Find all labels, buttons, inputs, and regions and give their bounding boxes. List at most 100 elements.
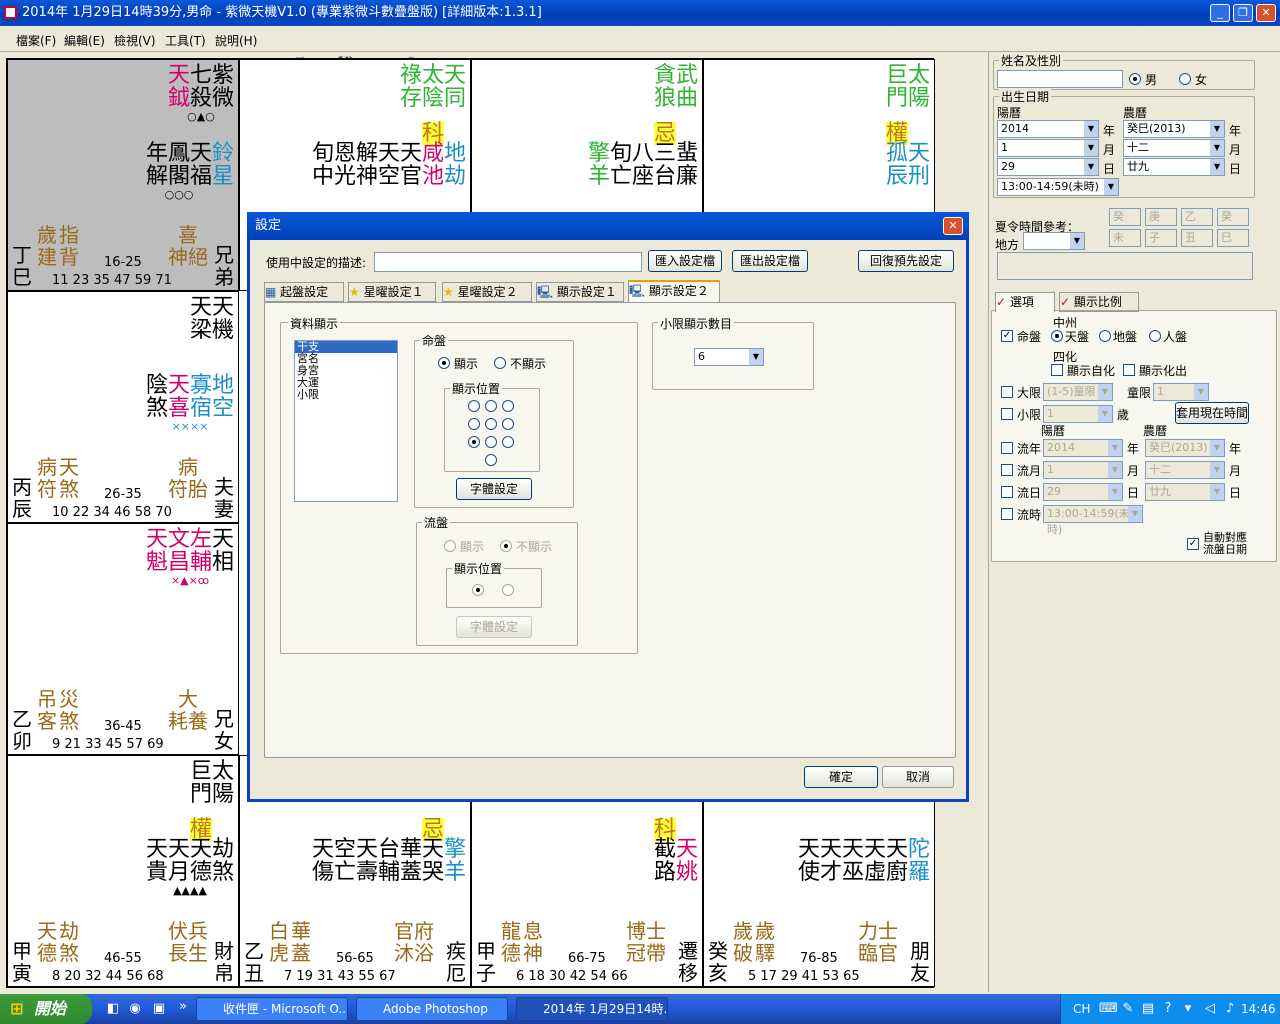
pos-radio[interactable] bbox=[502, 400, 514, 412]
pos-radio[interactable] bbox=[485, 418, 497, 430]
liushi-checkbox[interactable] bbox=[1001, 508, 1013, 520]
place-select[interactable]: ▼ bbox=[1023, 232, 1085, 250]
mingpan-checkbox[interactable]: ✓ bbox=[1001, 330, 1013, 342]
liu-noshow-radio bbox=[500, 540, 512, 552]
tab-scale[interactable]: ✓ 顯示比例 bbox=[1059, 292, 1139, 312]
pillar-3: 乙 bbox=[1181, 208, 1213, 226]
export-button[interactable]: 匯出設定檔 bbox=[732, 250, 808, 272]
ime-icon[interactable]: ▤ bbox=[1139, 1000, 1157, 1018]
pos-radio[interactable] bbox=[468, 436, 480, 448]
palace-cell-mao[interactable]: 天相 左輔 文昌 天魁 ×▲×ꝏ 乙卯 吊客 災煞 大耗養 36-45 9 21… bbox=[7, 523, 239, 755]
menu-tools[interactable]: 工具(T) bbox=[165, 32, 206, 49]
maximize-button[interactable]: ❐ bbox=[1233, 4, 1253, 22]
lang-indicator[interactable]: CH bbox=[1073, 1002, 1090, 1016]
browser-icon[interactable]: ◉ bbox=[126, 1000, 144, 1018]
tianpan-radio[interactable] bbox=[1051, 330, 1063, 342]
lunar-year-select[interactable]: 癸巳(2013) ▼ bbox=[1123, 120, 1225, 138]
tab-display2[interactable]: 🖳 顯示設定２ bbox=[628, 280, 720, 302]
xiaoxian-checkbox[interactable] bbox=[1001, 408, 1013, 420]
ming-noshow-radio[interactable] bbox=[494, 357, 506, 369]
network-icon[interactable]: ◁ bbox=[1201, 1000, 1219, 1018]
task-ziwei[interactable]: 2014年 1月29日14時... bbox=[516, 997, 668, 1021]
more-chevron-icon[interactable]: » bbox=[174, 998, 192, 1016]
renpan-radio[interactable] bbox=[1149, 330, 1161, 342]
male-radio[interactable] bbox=[1129, 73, 1141, 85]
app-icon-small[interactable]: ▣ bbox=[150, 1000, 168, 1018]
xiaoxian-count-select[interactable]: 6 ▼ bbox=[694, 348, 764, 366]
pos-radio[interactable] bbox=[502, 436, 514, 448]
solar-day-unit: 日 bbox=[1103, 162, 1116, 176]
menu-file[interactable]: 檔案(F) bbox=[16, 32, 56, 49]
pen-icon[interactable]: ✎ bbox=[1119, 1000, 1137, 1018]
ming-font-button[interactable]: 字體設定 bbox=[456, 478, 532, 500]
solar-year-select[interactable]: 2014 ▼ bbox=[997, 120, 1099, 138]
star-taiyin: 太陰 bbox=[422, 63, 445, 111]
close-button[interactable]: ✕ bbox=[1256, 4, 1276, 22]
tab-star1[interactable]: ★ 星曜設定１ bbox=[348, 282, 436, 302]
task-photoshop[interactable]: Adobe Photoshop bbox=[356, 997, 508, 1021]
tab-options[interactable]: ✓ 選項 bbox=[995, 292, 1055, 312]
lunar-day-select[interactable]: 廿九 ▼ bbox=[1123, 158, 1225, 176]
years: 9 21 33 45 57 69 bbox=[52, 737, 164, 752]
liuyue-checkbox[interactable] bbox=[1001, 464, 1013, 476]
menu-view[interactable]: 檢視(V) bbox=[114, 32, 156, 49]
minimize-button[interactable]: _ bbox=[1210, 4, 1230, 22]
renpan-label: 人盤 bbox=[1163, 330, 1188, 344]
import-button[interactable]: 匯入設定檔 bbox=[648, 250, 722, 272]
liushi-label: 流時 bbox=[1017, 508, 1042, 522]
liunian-checkbox[interactable] bbox=[1001, 442, 1013, 454]
name-input[interactable] bbox=[997, 70, 1123, 88]
pos-radio[interactable] bbox=[485, 436, 497, 448]
restore-button[interactable]: 回復預先設定 bbox=[858, 250, 954, 272]
palace-cell-si[interactable]: 紫微 七殺 天鉞 ○▲○ 鈴星 天福 鳳閣 年解 ○○○ 丁巳 歲建 指背 喜神… bbox=[7, 59, 239, 291]
menu-help[interactable]: 說明(H) bbox=[215, 32, 257, 49]
show-self-checkbox[interactable] bbox=[1051, 364, 1063, 376]
menu-edit[interactable]: 編輯(E) bbox=[64, 32, 105, 49]
start-button[interactable]: ⊞ 開始 bbox=[0, 994, 92, 1024]
list-item[interactable]: 小限 bbox=[295, 389, 397, 401]
pillar-4: 癸 bbox=[1217, 208, 1249, 226]
female-radio[interactable] bbox=[1179, 73, 1191, 85]
changsheng-2: 天德 bbox=[37, 919, 57, 965]
dipan-radio[interactable] bbox=[1099, 330, 1111, 342]
tab-star2[interactable]: ★ 星曜設定２ bbox=[442, 282, 532, 302]
birth-hour-select[interactable]: 13:00-14:59(未時) ▼ bbox=[997, 178, 1119, 196]
pos-radio[interactable] bbox=[485, 400, 497, 412]
task-outlook[interactable]: 收件匣 - Microsoft O... bbox=[196, 997, 348, 1021]
ming-show-radio[interactable] bbox=[438, 357, 450, 369]
ok-button[interactable]: 確定 bbox=[804, 766, 878, 788]
tab-qipan[interactable]: ▦ 起盤設定 bbox=[264, 282, 344, 302]
star-tianshou: 天壽 bbox=[356, 837, 379, 885]
quicklaunch-icon[interactable]: ◧ bbox=[104, 1000, 122, 1018]
cancel-button[interactable]: 取消 bbox=[882, 766, 954, 788]
auto-checkbox[interactable]: ✓ bbox=[1187, 538, 1199, 550]
changsheng-1: 官府 沐浴 bbox=[394, 919, 434, 965]
daxian-checkbox[interactable] bbox=[1001, 386, 1013, 398]
pos-radio[interactable] bbox=[502, 418, 514, 430]
tongxian-label: 童限 bbox=[1127, 386, 1152, 400]
desc-input[interactable] bbox=[374, 252, 642, 272]
pillar-6: 子 bbox=[1145, 229, 1177, 247]
solar-day-select[interactable]: 29 ▼ bbox=[997, 158, 1099, 176]
solar-month-select[interactable]: 1 ▼ bbox=[997, 139, 1099, 157]
pillar-8: 巳 bbox=[1217, 229, 1249, 247]
volume-icon[interactable]: ♪ bbox=[1221, 1000, 1239, 1018]
liuri-solar-select: 29 ▼ bbox=[1043, 483, 1123, 501]
tab-display1[interactable]: 🖳 顯示設定１ bbox=[536, 282, 624, 302]
palace-cell-yin[interactable]: 太陽 巨門 權 劫煞 天德 天月 天貴 ▲▲▲▲ 甲寅 天德 劫煞 伏兵 長生 4… bbox=[7, 755, 239, 987]
show-out-checkbox[interactable] bbox=[1123, 364, 1135, 376]
help-tray-icon[interactable]: ? bbox=[1159, 1000, 1177, 1018]
lunar-month-select[interactable]: 十二 ▼ bbox=[1123, 139, 1225, 157]
pos-radio[interactable] bbox=[468, 418, 480, 430]
options-icon[interactable]: ▾ bbox=[1179, 1000, 1197, 1018]
use-now-button[interactable]: 套用現在時間 bbox=[1175, 402, 1249, 424]
clock[interactable]: 14:46 bbox=[1241, 1002, 1276, 1016]
star-bazuo: 八座 bbox=[632, 141, 655, 189]
dialog-close-button[interactable]: ✕ bbox=[943, 217, 963, 235]
pos-radio[interactable] bbox=[485, 454, 497, 466]
keyboard-icon[interactable]: ⌨ bbox=[1099, 1000, 1118, 1018]
pos-radio[interactable] bbox=[468, 400, 480, 412]
data-list[interactable]: 干支 宮名 身宮 大運 小限 bbox=[294, 340, 398, 502]
liuri-checkbox[interactable] bbox=[1001, 486, 1013, 498]
palace-cell-chen[interactable]: 天機 天梁 地空 寡宿 天喜 陰煞 ×××× 丙辰 病符 天煞 病符胎 26-3… bbox=[7, 291, 239, 523]
